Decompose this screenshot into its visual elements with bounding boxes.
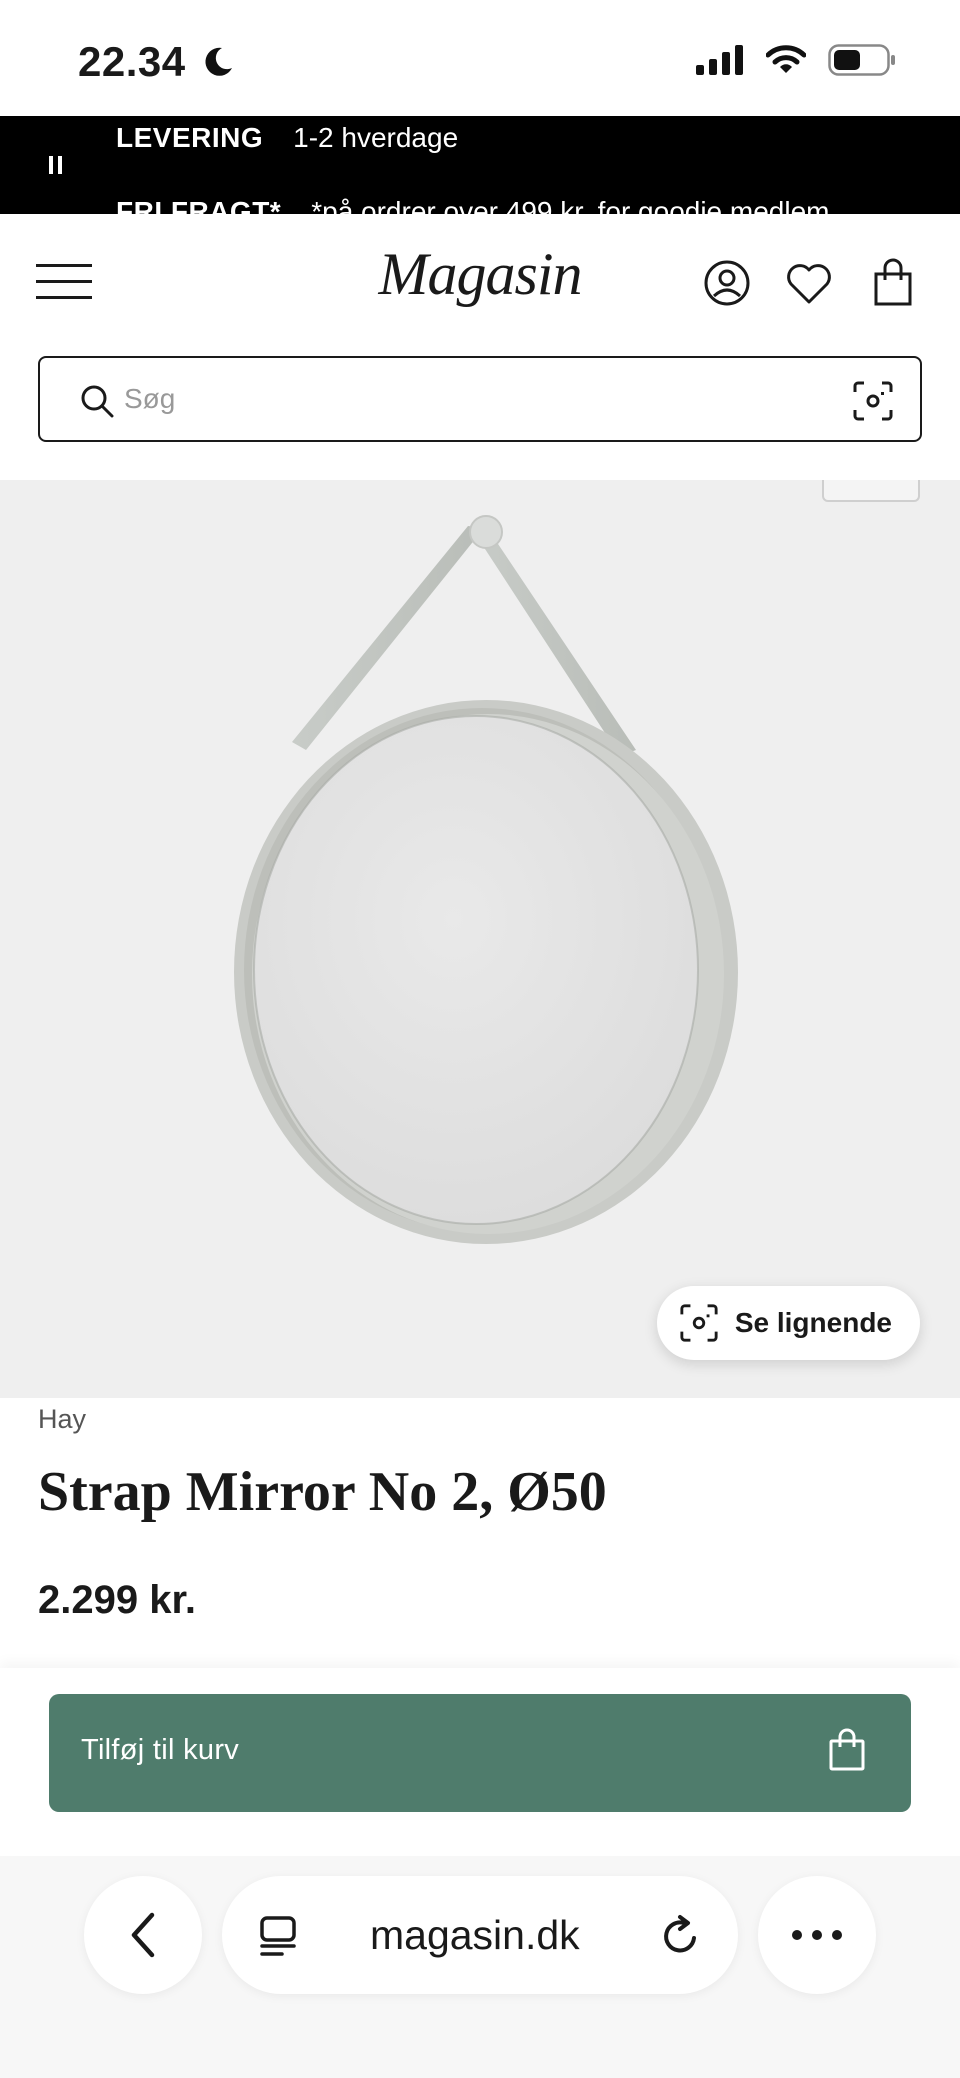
cellular-signal-icon (696, 45, 743, 75)
promo-key: FRI FRAGT* (116, 196, 282, 214)
account-icon[interactable] (702, 258, 752, 308)
mirror-photo (234, 515, 738, 1244)
chevron-left-icon (131, 1912, 155, 1958)
address-bar[interactable]: magasin.dk (222, 1876, 738, 1994)
search-input[interactable] (124, 376, 764, 422)
wishlist-heart-icon[interactable] (784, 258, 834, 308)
search-bar[interactable] (38, 356, 922, 442)
reader-tabs-icon[interactable] (258, 1914, 298, 1958)
visual-search-icon[interactable] (852, 380, 894, 422)
browser-back-button[interactable] (84, 1876, 202, 1994)
see-similar-label: Se lignende (734, 1307, 892, 1338)
browser-more-button[interactable] (758, 1876, 876, 1994)
wifi-icon (766, 45, 806, 73)
status-icons (696, 44, 896, 76)
reload-icon[interactable] (658, 1914, 702, 1958)
shopping-bag-icon[interactable] (868, 258, 918, 308)
browser-toolbar: magasin.dk (0, 1856, 960, 2078)
pause-icon[interactable] (46, 150, 66, 176)
shopping-bag-icon (829, 1728, 865, 1771)
status-time: 22.34 (78, 38, 186, 85)
add-to-cart-button[interactable]: Tilføj til kurv (49, 1694, 911, 1812)
battery-icon (828, 44, 895, 76)
more-options-icon (792, 1930, 842, 1940)
status-bar: 22.34 (0, 0, 960, 116)
url-text: magasin.dk (370, 1912, 580, 1958)
promo-text: *på ordrer over 499 kr. for goodie medle… (311, 196, 830, 214)
add-to-cart-label: Tilføj til kurv (81, 1734, 240, 1766)
visual-search-icon (680, 1304, 718, 1342)
moon-icon (205, 47, 232, 76)
see-similar-button[interactable]: Se lignende (656, 1286, 920, 1360)
site-header: Magasin (0, 214, 960, 480)
search-icon (81, 385, 114, 418)
product-brand[interactable]: Hay (38, 1404, 86, 1435)
product-image[interactable]: Se lignende (0, 480, 960, 1398)
promo-key: LEVERING (116, 122, 264, 153)
promo-item-delivery: LEVERING 1-2 hverdage (116, 122, 458, 154)
promo-text: 1-2 hverdage (293, 122, 459, 153)
promo-item-free-shipping: FRI FRAGT* *på ordrer over 499 kr. for go… (116, 196, 830, 214)
promo-banner: LEVERING 1-2 hverdage FRI FRAGT* *på ordre… (0, 116, 960, 214)
product-price: 2.299 kr. (38, 1578, 196, 1622)
product-title: Strap Mirror No 2, Ø50 (38, 1461, 607, 1523)
